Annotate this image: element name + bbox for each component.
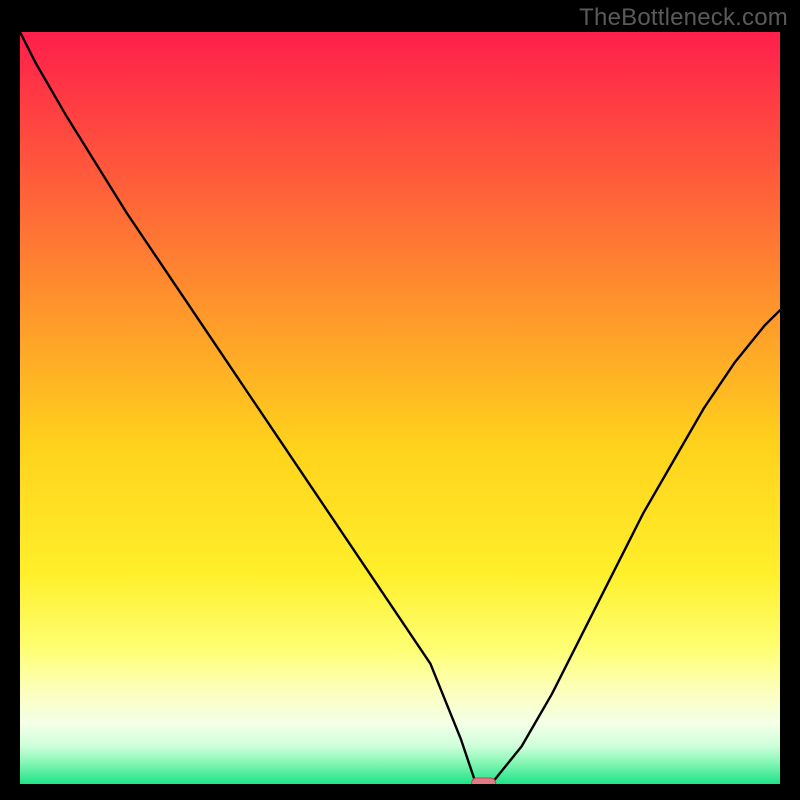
optimal-point-marker [472,778,496,784]
gradient-background [20,32,780,784]
chart-frame: TheBottleneck.com [0,0,800,800]
chart-svg [20,32,780,784]
watermark-text: TheBottleneck.com [579,4,788,32]
plot-area [20,32,780,784]
